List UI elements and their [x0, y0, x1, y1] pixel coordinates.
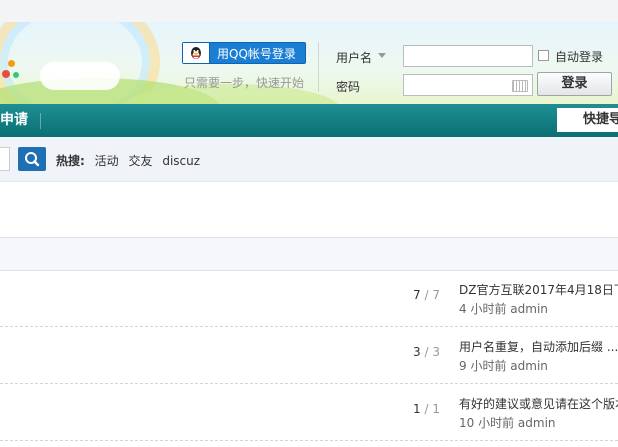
last-post-title[interactable]: 有好的建议或意见请在这个版本 — [459, 395, 618, 412]
hot-keyword[interactable]: 交友 — [128, 154, 152, 168]
last-post-meta: 4 小时前 admin — [459, 300, 548, 317]
nav-divider — [40, 113, 41, 129]
search-bar: 热搜: 活动 交友 discuz — [0, 137, 618, 182]
qq-login-button[interactable]: 用QQ帐号登录 — [182, 42, 306, 64]
hot-search-label: 热搜: — [56, 154, 85, 168]
table-row: 7 / 7 DZ官方互联2017年4月18日下 4 小时前 admin — [0, 270, 618, 327]
auto-login-label[interactable]: 自动登录 — [555, 48, 603, 65]
search-icon — [25, 152, 40, 167]
last-post-meta: 10 小时前 admin — [459, 414, 556, 431]
cloud-decoration — [40, 62, 120, 90]
last-post-meta: 9 小时前 admin — [459, 357, 548, 374]
table-row: 3 / 3 用户名重复，自动添加后缀 ... 9 小时前 admin — [0, 327, 618, 384]
table-row: 1 / 1 有好的建议或意见请在这个版本 10 小时前 admin — [0, 384, 618, 441]
reply-count: 3 / 3 — [413, 345, 440, 359]
qq-login-label: 用QQ帐号登录 — [217, 47, 296, 61]
section-header-band — [0, 237, 618, 271]
last-post-time: 4 小时前 — [459, 302, 507, 316]
username-input[interactable] — [403, 45, 533, 67]
keyboard-icon[interactable] — [512, 80, 528, 92]
password-input[interactable] — [403, 74, 533, 96]
browser-top-strip — [0, 0, 618, 23]
reply-count: 1 / 1 — [413, 402, 440, 416]
last-post-title[interactable]: 用户名重复，自动添加后缀 ... — [459, 338, 618, 355]
hot-keyword[interactable]: 活动 — [95, 154, 119, 168]
search-button[interactable] — [18, 147, 46, 171]
login-button[interactable]: 登录 — [537, 72, 612, 96]
last-post-author[interactable]: admin — [510, 302, 548, 316]
main-nav: 申请 — [0, 104, 618, 137]
password-label: 密码 — [336, 80, 361, 94]
header-divider — [318, 42, 319, 92]
hot-keyword[interactable]: discuz — [162, 154, 200, 168]
search-input[interactable] — [0, 147, 10, 171]
row-divider — [0, 440, 618, 441]
quick-nav-button[interactable]: 快捷导航 — [557, 108, 618, 132]
hot-search: 热搜: 活动 交友 discuz — [56, 152, 200, 169]
username-label: 用户名 — [336, 51, 373, 65]
reply-count: 7 / 7 — [413, 288, 440, 302]
auto-login-checkbox[interactable] — [538, 50, 549, 61]
chevron-down-icon[interactable] — [378, 53, 386, 58]
nav-item-apply[interactable]: 申请 — [0, 104, 28, 137]
last-post-title[interactable]: DZ官方互联2017年4月18日下 — [459, 281, 618, 298]
qq-login-hint: 只需要一步，快速开始 — [184, 76, 305, 90]
last-post-author[interactable]: admin — [510, 359, 548, 373]
last-post-time: 9 小时前 — [459, 359, 507, 373]
qq-penguin-icon — [183, 43, 210, 63]
logo-icon — [0, 52, 24, 88]
last-post-time: 10 小时前 — [459, 416, 515, 430]
last-post-author[interactable]: admin — [518, 416, 556, 430]
